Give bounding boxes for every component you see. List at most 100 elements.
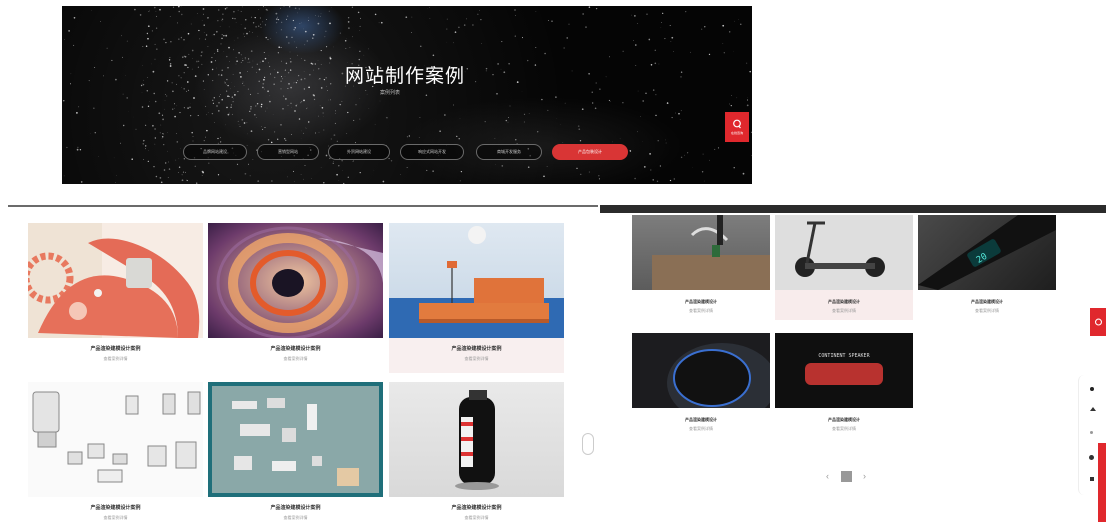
page-1-button[interactable]: 1 — [840, 470, 852, 482]
particle — [252, 159, 254, 160]
particle — [612, 141, 613, 143]
case-card[interactable]: 产品渲染建模设计案例 查看案例详情 — [28, 382, 203, 520]
particle — [155, 15, 158, 17]
case-image — [632, 333, 770, 408]
particle — [598, 175, 600, 177]
particle — [66, 146, 68, 149]
particle — [386, 117, 388, 119]
qq-icon[interactable] — [1089, 455, 1094, 460]
particle — [267, 9, 269, 11]
particle — [230, 179, 231, 180]
particle — [154, 128, 156, 130]
particle — [202, 8, 205, 10]
particle — [280, 80, 282, 82]
prev-page-button[interactable]: ‹ — [826, 471, 829, 481]
particle — [669, 24, 671, 27]
particle — [731, 95, 732, 96]
particle — [456, 135, 458, 137]
particle — [70, 73, 72, 75]
particle — [297, 12, 298, 14]
case-card[interactable]: 产品渲染建模设计 查看案例详情 — [775, 215, 913, 320]
filter-pill-5[interactable]: 商城开发服务 — [476, 144, 542, 160]
particle — [194, 75, 197, 77]
particle — [221, 37, 223, 40]
filter-pill-active[interactable]: 产品包装设计 — [552, 144, 628, 160]
circuit-board-render — [232, 398, 359, 486]
particle — [221, 18, 224, 21]
particle — [454, 31, 457, 33]
particle — [230, 88, 231, 90]
particle — [339, 32, 341, 34]
consult-tab[interactable]: 在线咨询 — [725, 112, 749, 142]
particle — [665, 142, 667, 144]
side-red-bar[interactable] — [1098, 443, 1106, 522]
particle — [701, 171, 704, 173]
particle — [192, 140, 194, 142]
particle — [717, 147, 720, 149]
case-image — [632, 215, 770, 290]
case-card[interactable]: 产品渲染建模设计案例 查看案例详情 — [389, 223, 564, 373]
wechat-icon[interactable] — [1090, 431, 1093, 434]
phone-icon[interactable] — [1090, 387, 1094, 391]
particle — [313, 96, 315, 97]
scroll-handle[interactable] — [582, 433, 594, 455]
particle — [243, 122, 246, 124]
particle — [305, 107, 308, 110]
particle — [546, 165, 548, 167]
particle — [186, 81, 189, 83]
particle — [236, 60, 238, 63]
case-card[interactable]: 产品渲染建模设计案例 查看案例详情 — [28, 223, 203, 361]
filter-pill-3[interactable]: 外贸网站建设 — [328, 144, 390, 160]
particle — [224, 81, 225, 82]
particle — [527, 166, 530, 168]
particle — [212, 80, 214, 82]
particle — [234, 94, 236, 96]
particle — [256, 71, 257, 73]
particle — [224, 82, 226, 84]
filter-pill-2[interactable]: 营销型网站 — [257, 144, 319, 160]
particle — [240, 24, 242, 25]
filter-pill-4[interactable]: 响应式网站开发 — [400, 144, 464, 160]
case-card[interactable]: 产品渲染建模设计案例 查看案例详情 — [208, 223, 383, 361]
particle — [579, 140, 582, 142]
particle — [466, 68, 468, 70]
particle — [654, 62, 657, 65]
particle — [293, 29, 295, 31]
particle — [264, 126, 266, 129]
particle — [281, 60, 282, 62]
particle — [466, 18, 467, 20]
particle — [503, 71, 506, 74]
particle — [165, 41, 167, 44]
particle — [333, 161, 334, 162]
case-card[interactable]: 20 产品渲染建模设计 查看案例详情 — [918, 215, 1056, 313]
case-card[interactable]: CONTINENT SPEAKER 产品渲染建模设计 查看案例详情 — [775, 333, 913, 431]
share-icon[interactable] — [1090, 477, 1094, 481]
consult-tab-right[interactable] — [1090, 308, 1106, 336]
particle — [701, 28, 703, 30]
top-icon[interactable] — [1090, 407, 1096, 411]
particle — [201, 174, 203, 176]
particle — [181, 179, 184, 182]
case-card[interactable]: 产品渲染建模设计 查看案例详情 — [632, 333, 770, 431]
case-card[interactable]: 产品渲染建模设计案例 查看案例详情 — [389, 382, 564, 520]
case-card[interactable]: 产品渲染建模设计案例 查看案例详情 — [208, 382, 383, 520]
particle — [733, 50, 734, 52]
particle — [291, 106, 292, 108]
filter-pill-1[interactable]: 品牌网站建设 — [183, 144, 247, 160]
particle — [231, 96, 233, 98]
case-card[interactable]: 产品渲染建模设计 查看案例详情 — [632, 215, 770, 313]
particle — [153, 166, 155, 168]
particle — [287, 72, 290, 74]
next-page-button[interactable]: › — [863, 471, 866, 481]
particle — [217, 110, 220, 112]
particle — [318, 15, 319, 17]
particle — [270, 73, 271, 75]
particle — [619, 138, 621, 140]
particle — [366, 93, 368, 95]
particle — [252, 60, 254, 62]
particle — [479, 10, 480, 11]
case-image — [389, 382, 564, 497]
particle — [669, 179, 672, 182]
particle — [63, 100, 65, 102]
particle — [262, 60, 264, 62]
